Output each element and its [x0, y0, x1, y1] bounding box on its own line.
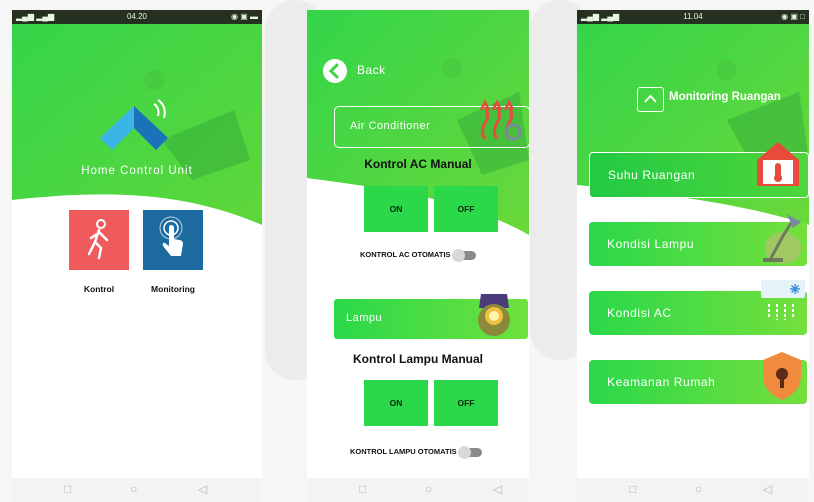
ac-on-button[interactable]: ON	[364, 186, 428, 232]
back-button[interactable]	[323, 59, 347, 83]
desk-lamp-icon	[763, 214, 801, 264]
nav-bar: □ ○ ◁	[307, 478, 529, 502]
kontrol-label: Kontrol	[83, 284, 115, 294]
back-nav-icon[interactable]: ◁	[198, 482, 207, 496]
lamp-auto-label: KONTROL LAMPU OTOMATIS	[350, 447, 457, 456]
lamp-label: Lampu	[346, 312, 383, 324]
back-nav-icon[interactable]: ◁	[763, 482, 772, 496]
status-bar: ▂▄▆ ▂▄▆ 11.04 ◉ ▣ □	[577, 10, 809, 24]
nav-bar: □ ○ ◁	[577, 478, 809, 502]
card-label: Kondisi Lampu	[607, 237, 695, 251]
phone-screen-home: ▂▄▆ ▂▄▆ 04.20 ◉ ▣ ▬ Home Control Unit Ko…	[12, 10, 262, 502]
card-label: Suhu Ruangan	[608, 168, 696, 182]
walking-person-icon	[87, 219, 109, 260]
monitoring-tile[interactable]	[143, 210, 203, 270]
lamp-auto-row: KONTROL LAMPU OTOMATIS	[350, 445, 482, 459]
security-shield-icon	[763, 352, 801, 400]
touch-hand-icon	[159, 216, 183, 256]
ac-auto-label: KONTROL AC OTOMATIS	[360, 250, 451, 259]
ac-auto-row: KONTROL AC OTOMATIS	[360, 248, 476, 262]
card-label: Kondisi AC	[607, 306, 672, 320]
home-icon[interactable]: ○	[130, 482, 137, 496]
ac-off-button[interactable]: OFF	[434, 186, 498, 232]
status-time: 04.20	[126, 12, 148, 21]
status-bar: ▂▄▆ ▂▄▆ 04.20 ◉ ▣ ▬	[12, 10, 262, 24]
chevron-up-icon	[644, 94, 657, 103]
home-logo-icon	[100, 99, 168, 150]
lamp-manual-title: Kontrol Lampu Manual	[353, 352, 483, 366]
phone-screen-kontrol: Back Air Conditioner Kontrol AC Manual O…	[307, 10, 529, 502]
back-label[interactable]: Back	[357, 63, 386, 77]
app-title: Home Control Unit	[81, 165, 193, 177]
lamp-off-button[interactable]: OFF	[434, 380, 498, 426]
back-nav-icon[interactable]: ◁	[493, 482, 502, 496]
spotlight-lamp-icon	[478, 294, 510, 336]
kontrol-tile[interactable]	[69, 210, 129, 270]
lamp-auto-toggle[interactable]	[457, 445, 482, 459]
battery-icon: ◉ ▣ ▬	[231, 12, 258, 21]
recent-apps-icon[interactable]: □	[64, 482, 71, 496]
ac-auto-toggle[interactable]	[451, 248, 476, 262]
ac-label: Air Conditioner	[350, 120, 431, 132]
home-icon[interactable]: ○	[695, 482, 702, 496]
status-time: 11.04	[683, 12, 703, 21]
card-label: Keamanan Rumah	[607, 375, 716, 389]
monitor-icon	[637, 87, 664, 112]
recent-apps-icon[interactable]: □	[629, 482, 636, 496]
heat-arrows-icon	[479, 99, 522, 141]
monitoring-label: Monitoring	[151, 284, 195, 294]
ac-manual-title: Kontrol AC Manual	[364, 157, 472, 171]
nav-bar: □ ○ ◁	[12, 478, 262, 502]
air-conditioner-icon	[761, 280, 805, 320]
page-title: Monitoring Ruangan	[669, 91, 781, 103]
battery-icon: ◉ ▣ □	[781, 12, 805, 21]
lamp-on-button[interactable]: ON	[364, 380, 428, 426]
chevron-left-icon	[328, 63, 339, 79]
home-icon[interactable]: ○	[425, 482, 432, 496]
thermometer-house-icon	[757, 142, 799, 186]
recent-apps-icon[interactable]: □	[359, 482, 366, 496]
phone-screen-monitoring: ▂▄▆ ▂▄▆ 11.04 ◉ ▣ □ Monitoring Ruangan S…	[577, 10, 809, 502]
